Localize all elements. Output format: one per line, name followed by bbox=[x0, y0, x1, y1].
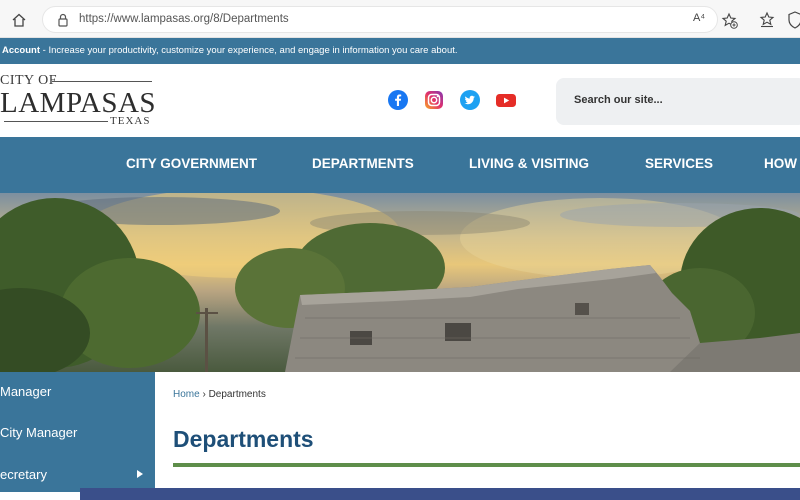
url-text[interactable]: https://www.lampasas.org/8/Departments bbox=[79, 13, 289, 25]
account-banner[interactable]: Account - Increase your productivity, cu… bbox=[0, 38, 800, 64]
breadcrumb-home-link[interactable]: Home bbox=[173, 389, 200, 400]
logo-divider bbox=[52, 81, 152, 82]
logo-divider bbox=[4, 121, 108, 122]
page-title: Departments bbox=[173, 426, 314, 452]
sidebar-item-manager[interactable]: Manager bbox=[0, 384, 51, 399]
account-label[interactable]: Account bbox=[2, 45, 40, 56]
shield-icon[interactable] bbox=[788, 11, 800, 29]
breadcrumb: Home › Departments bbox=[173, 389, 266, 400]
breadcrumb-separator: › bbox=[199, 389, 209, 400]
add-favorite-icon[interactable] bbox=[721, 12, 739, 30]
nav-city-government[interactable]: CITY GOVERNMENT bbox=[126, 156, 257, 171]
instagram-icon[interactable] bbox=[424, 90, 444, 110]
facebook-icon[interactable] bbox=[388, 90, 408, 110]
twitter-icon[interactable] bbox=[460, 90, 480, 110]
sidebar-item-city-manager[interactable]: City Manager bbox=[0, 425, 77, 440]
read-aloud-icon[interactable]: A⁴ bbox=[693, 12, 709, 28]
title-divider bbox=[173, 463, 800, 467]
favorites-icon[interactable] bbox=[758, 11, 776, 29]
city-logo[interactable]: CITY OF LAMPASAS TEXAS bbox=[0, 68, 160, 134]
footer-edge bbox=[80, 488, 800, 500]
address-bar[interactable]: https://www.lampasas.org/8/Departments A… bbox=[42, 6, 738, 33]
main-content: Home › Departments Departments bbox=[155, 372, 800, 492]
youtube-icon[interactable] bbox=[495, 90, 516, 110]
search-input[interactable]: Search our site... bbox=[556, 78, 800, 125]
nav-living-visiting[interactable]: LIVING & VISITING bbox=[469, 156, 589, 171]
sidebar-item-secretary[interactable]: ecretary bbox=[0, 467, 47, 482]
logo-state: TEXAS bbox=[110, 115, 151, 127]
nav-services[interactable]: SERVICES bbox=[645, 156, 713, 171]
breadcrumb-current: Departments bbox=[208, 389, 266, 400]
account-banner-text: - Increase your productivity, customize … bbox=[40, 45, 458, 56]
sidebar-nav: Manager City Manager ecretary bbox=[0, 372, 155, 492]
lock-icon[interactable] bbox=[55, 12, 71, 28]
hero-banner bbox=[0, 193, 800, 372]
search-placeholder: Search our site... bbox=[574, 94, 663, 106]
nav-departments[interactable]: DEPARTMENTS bbox=[312, 156, 414, 171]
nav-how[interactable]: HOW bbox=[764, 156, 797, 171]
main-navigation: CITY GOVERNMENT DEPARTMENTS LIVING & VIS… bbox=[0, 137, 800, 193]
home-icon[interactable] bbox=[8, 9, 30, 31]
browser-toolbar: https://www.lampasas.org/8/Departments A… bbox=[0, 0, 800, 38]
expand-arrow-icon[interactable] bbox=[136, 466, 144, 478]
hero-image bbox=[0, 193, 800, 372]
